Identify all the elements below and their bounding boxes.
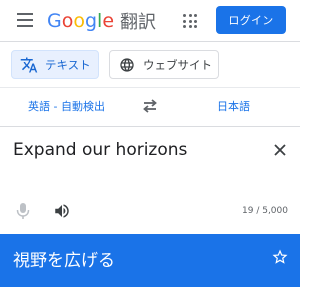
product-name: 翻訳 <box>120 12 157 33</box>
logo-letter: o <box>73 10 85 32</box>
logo-letter: G <box>47 10 62 32</box>
star-outline-icon[interactable] <box>271 248 289 266</box>
header-divider <box>0 41 300 42</box>
language-divider <box>0 126 300 127</box>
google-translate-page: Google 翻訳 ログイン テキスト ウェブサイト 英語 - 自動検出 日本語… <box>0 0 300 287</box>
logo-letter: g <box>84 10 98 32</box>
translation-output-panel: 視野を広げる <box>0 234 300 287</box>
translate-icon <box>20 56 38 74</box>
source-language-selector[interactable]: 英語 - 自動検出 <box>28 96 105 116</box>
tab-text-label: テキスト <box>45 57 91 72</box>
source-text-input[interactable]: Expand our horizons <box>13 140 187 160</box>
microphone-icon[interactable] <box>16 202 30 220</box>
logo-letter: o <box>61 10 74 32</box>
character-count: 19 / 5,000 <box>242 206 288 216</box>
target-language-selector[interactable]: 日本語 <box>217 96 250 116</box>
google-translate-logo[interactable]: Google 翻訳 <box>47 8 156 34</box>
tab-website[interactable]: ウェブサイト <box>109 50 219 79</box>
tabs-divider <box>0 87 300 88</box>
tab-text[interactable]: テキスト <box>11 50 99 79</box>
globe-icon <box>118 56 136 74</box>
close-icon[interactable] <box>273 142 287 156</box>
login-button[interactable]: ログイン <box>216 6 286 34</box>
translation-result: 視野を広げる <box>13 251 115 271</box>
swap-arrows-icon[interactable] <box>141 98 159 114</box>
app-header: Google 翻訳 ログイン <box>0 0 300 42</box>
logo-letter: e <box>102 10 115 32</box>
speaker-icon[interactable] <box>53 202 71 220</box>
apps-grid-icon[interactable] <box>183 14 197 28</box>
hamburger-menu-icon[interactable] <box>17 13 33 27</box>
tab-website-label: ウェブサイト <box>143 57 212 72</box>
